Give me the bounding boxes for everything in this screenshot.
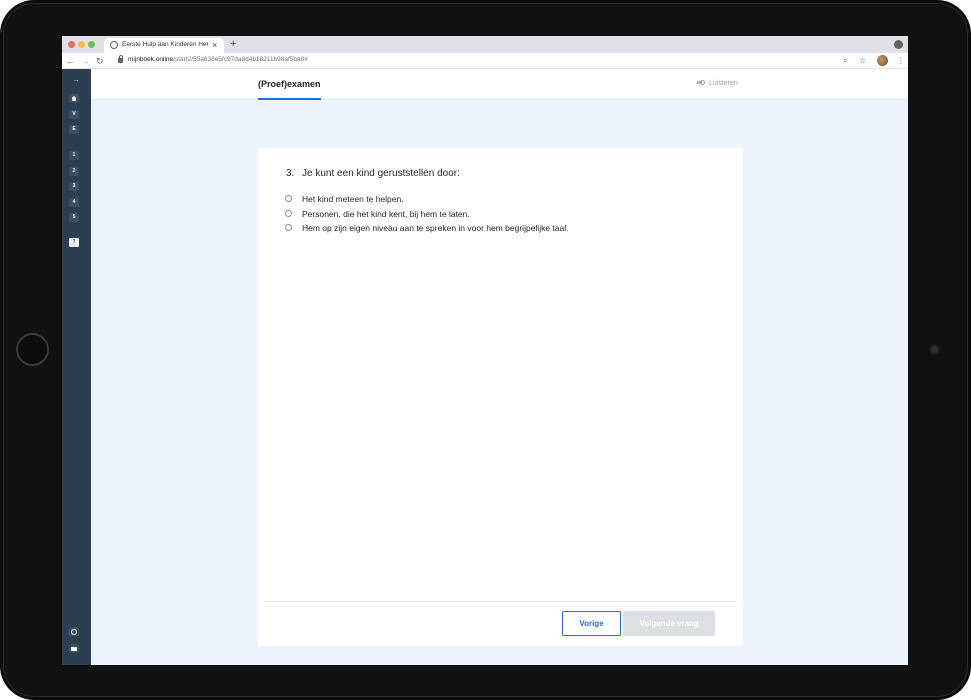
sidebar-item-3[interactable]: 3: [69, 182, 79, 191]
tab-search-icon[interactable]: [894, 40, 903, 49]
divider: [264, 601, 737, 602]
radio-button[interactable]: [285, 224, 292, 231]
app: → V E 1 2 3 4 5 ? (Proef)examen Luistere…: [62, 69, 908, 665]
answer-label: Het kind meteen te helpen.: [302, 194, 404, 204]
globe-icon: [110, 41, 118, 49]
sidebar-item-v[interactable]: V: [69, 110, 79, 119]
back-arrow-icon[interactable]: ←: [66, 54, 75, 68]
close-tab-icon[interactable]: ×: [212, 39, 217, 51]
answer-label: Personen, die het kind kent, bij hem te …: [302, 209, 470, 219]
listen-button[interactable]: Luisteren: [697, 79, 738, 87]
more-menu-icon[interactable]: ⋮: [897, 55, 905, 67]
close-window-button[interactable]: [68, 41, 75, 48]
sidebar-item-5[interactable]: 5: [69, 213, 79, 222]
sidebar-item-4[interactable]: 4: [69, 198, 79, 207]
sidebar-item-e[interactable]: E: [69, 125, 79, 134]
question-number: 3.: [286, 168, 295, 179]
main-content: (Proef)examen Luisteren 3. Je kunt een k…: [91, 69, 908, 665]
listen-label: Luisteren: [709, 80, 738, 87]
speaker-icon: [697, 79, 705, 86]
forward-arrow-icon[interactable]: →: [81, 54, 90, 68]
answer-label: Hem op zijn eigen niveau aan te spreken …: [302, 223, 569, 233]
question-text: Je kunt een kind geruststellen door:: [302, 168, 460, 179]
minimize-window-button[interactable]: [78, 41, 85, 48]
camera: [929, 344, 940, 355]
new-tab-button[interactable]: +: [230, 37, 236, 51]
browser-tabbar: Eerste Hulp aan Kinderen Herh × +: [62, 36, 908, 53]
address-bar[interactable]: mijnboek.online/start2/55a638e5fc97da8d4…: [128, 56, 308, 63]
zoom-icon[interactable]: ⌕: [843, 55, 847, 67]
ipad-frame: Eerste Hulp aan Kinderen Herh × + ← → ↻ …: [0, 0, 971, 700]
profile-avatar[interactable]: [877, 55, 888, 66]
tab-proefexamen[interactable]: (Proef)examen: [258, 79, 321, 89]
sidebar-item-home[interactable]: [69, 94, 79, 103]
browser-tab[interactable]: Eerste Hulp aan Kinderen Herh ×: [104, 38, 224, 53]
home-button: [16, 333, 49, 366]
clock-icon[interactable]: [69, 627, 79, 636]
mail-icon[interactable]: [69, 644, 79, 653]
active-tab-indicator: [258, 98, 321, 100]
bookmark-star-icon[interactable]: ☆: [859, 55, 866, 67]
tab-title: Eerste Hulp aan Kinderen Herh: [122, 41, 208, 48]
reload-icon[interactable]: ↻: [96, 54, 104, 68]
sidebar-item-2[interactable]: 2: [69, 167, 79, 176]
app-header: (Proef)examen Luisteren: [91, 69, 908, 100]
sidebar-item-1[interactable]: 1: [69, 151, 79, 160]
previous-button[interactable]: Vorige: [562, 611, 621, 636]
maximize-window-button[interactable]: [88, 41, 95, 48]
sidebar: → V E 1 2 3 4 5 ?: [62, 69, 91, 665]
url-host: mijnboek.online: [128, 56, 174, 63]
radio-button[interactable]: [285, 210, 292, 217]
sidebar-item-exam[interactable]: ?: [69, 238, 79, 247]
url-path: /start2/55a638e5fc97da8d4b18211b98af5ba8…: [173, 56, 308, 63]
screen: Eerste Hulp aan Kinderen Herh × + ← → ↻ …: [62, 36, 908, 665]
radio-button[interactable]: [285, 195, 292, 202]
arrow-right-icon[interactable]: →: [69, 75, 83, 85]
lock-icon[interactable]: [118, 55, 123, 63]
question-card: 3. Je kunt een kind geruststellen door: …: [258, 148, 743, 646]
browser-toolbar: ← → ↻ mijnboek.online/start2/55a638e5fc9…: [62, 53, 908, 69]
next-question-button[interactable]: Volgende vraag: [623, 611, 715, 636]
